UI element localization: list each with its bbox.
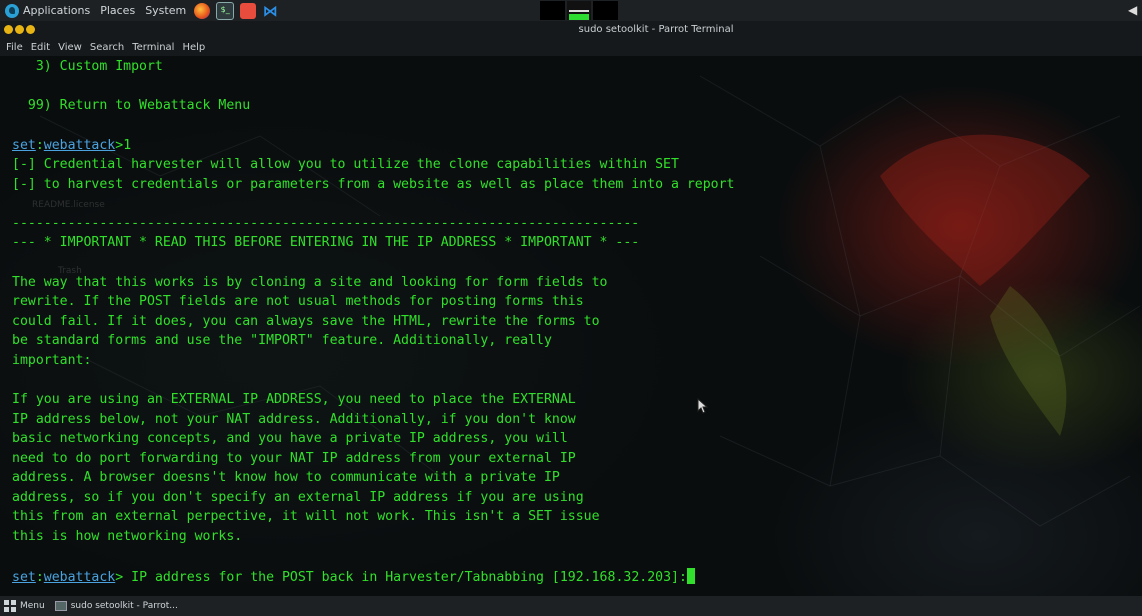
bottom-taskbar: Menu sudo setoolkit - Parrot... xyxy=(0,596,1142,616)
terminal-line: address, so if you don't specify an exte… xyxy=(12,490,584,505)
terminal-output[interactable]: README.license Trash 3) Custom Import 99… xyxy=(0,56,1142,596)
system-menu[interactable]: System xyxy=(140,0,191,21)
terminal-line: be standard forms and use the "IMPORT" f… xyxy=(12,333,552,348)
terminal-line: [-] Credential harvester will allow you … xyxy=(12,157,679,172)
text-editor-icon[interactable] xyxy=(240,2,257,19)
menu-search[interactable]: Search xyxy=(86,42,128,53)
prompt-sep: : xyxy=(35,138,44,153)
taskbar-menu-label[interactable]: Menu xyxy=(20,601,45,611)
firefox-icon[interactable] xyxy=(194,2,211,19)
parrot-logo-icon xyxy=(5,3,19,18)
terminal-icon[interactable]: $_ xyxy=(216,1,235,20)
terminal-menubar: File Edit View Search Terminal Help xyxy=(0,39,1142,56)
terminal-line: could fail. If it does, you can always s… xyxy=(12,314,600,329)
terminal-line: --- * IMPORTANT * READ THIS BEFORE ENTER… xyxy=(12,235,640,250)
menu-terminal[interactable]: Terminal xyxy=(128,42,178,53)
mouse-pointer-icon xyxy=(697,398,709,414)
workspace-2[interactable] xyxy=(566,1,592,20)
terminal-task-icon xyxy=(54,601,67,611)
terminal-line: 99) Return to Webattack Menu xyxy=(12,98,251,113)
terminal-line: ----------------------------------------… xyxy=(12,216,640,231)
prompt-sep: : xyxy=(35,570,44,585)
terminal-line: basic networking concepts, and you have … xyxy=(12,431,568,446)
menu-edit[interactable]: Edit xyxy=(27,42,54,53)
prompt-line-2[interactable]: set:webattack> IP address for the POST b… xyxy=(12,568,695,588)
volume-icon[interactable]: ◀ xyxy=(1128,3,1138,17)
vscode-icon[interactable]: ⋈ xyxy=(262,3,278,19)
applications-label: Applications xyxy=(23,4,91,17)
applications-menu[interactable]: Applications xyxy=(0,0,95,21)
prompt-context: webattack xyxy=(43,138,116,153)
menu-grid-icon[interactable] xyxy=(4,600,16,612)
prompt-question: > IP address for the POST back in Harves… xyxy=(115,570,687,585)
text-cursor xyxy=(686,568,695,584)
places-menu[interactable]: Places xyxy=(95,0,140,21)
menu-view[interactable]: View xyxy=(54,42,86,53)
menu-help[interactable]: Help xyxy=(178,42,209,53)
terminal-line: If you are using an EXTERNAL IP ADDRESS,… xyxy=(12,392,576,407)
menu-file[interactable]: File xyxy=(0,42,27,53)
workspace-switcher[interactable] xyxy=(539,0,619,21)
workspace-3[interactable] xyxy=(593,1,619,20)
terminal-line: need to do port forwarding to your NAT I… xyxy=(12,451,576,466)
prompt-line-1: set:webattack>1 xyxy=(12,136,131,156)
window-titlebar[interactable]: sudo setoolkit - Parrot Terminal xyxy=(0,21,1142,39)
prompt-input: >1 xyxy=(115,138,132,153)
terminal-line: rewrite. If the POST fields are not usua… xyxy=(12,294,584,309)
terminal-line: The way that this works is by cloning a … xyxy=(12,275,608,290)
terminal-line: IP address below, not your NAT address. … xyxy=(12,412,576,427)
taskbar-window-item[interactable]: sudo setoolkit - Parrot... xyxy=(71,601,178,611)
terminal-line: 3) Custom Import xyxy=(12,59,163,74)
terminal-line: address. A browser doesns't know how to … xyxy=(12,470,560,485)
window-title: sudo setoolkit - Parrot Terminal xyxy=(578,24,734,35)
terminal-line: important: xyxy=(12,353,92,368)
workspace-1[interactable] xyxy=(540,1,565,20)
prompt-context: webattack xyxy=(43,570,116,585)
terminal-line: this is how networking works. xyxy=(12,529,243,544)
prompt-set: set xyxy=(12,570,36,585)
prompt-set: set xyxy=(12,138,36,153)
desktop-readme-label: README.license xyxy=(32,200,105,210)
terminal-line: [-] to harvest credentials or parameters… xyxy=(12,177,735,192)
top-panel: Applications Places System $_ ⋈ ◀ xyxy=(0,0,1142,21)
terminal-line: this from an external perpective, it wil… xyxy=(12,509,600,524)
